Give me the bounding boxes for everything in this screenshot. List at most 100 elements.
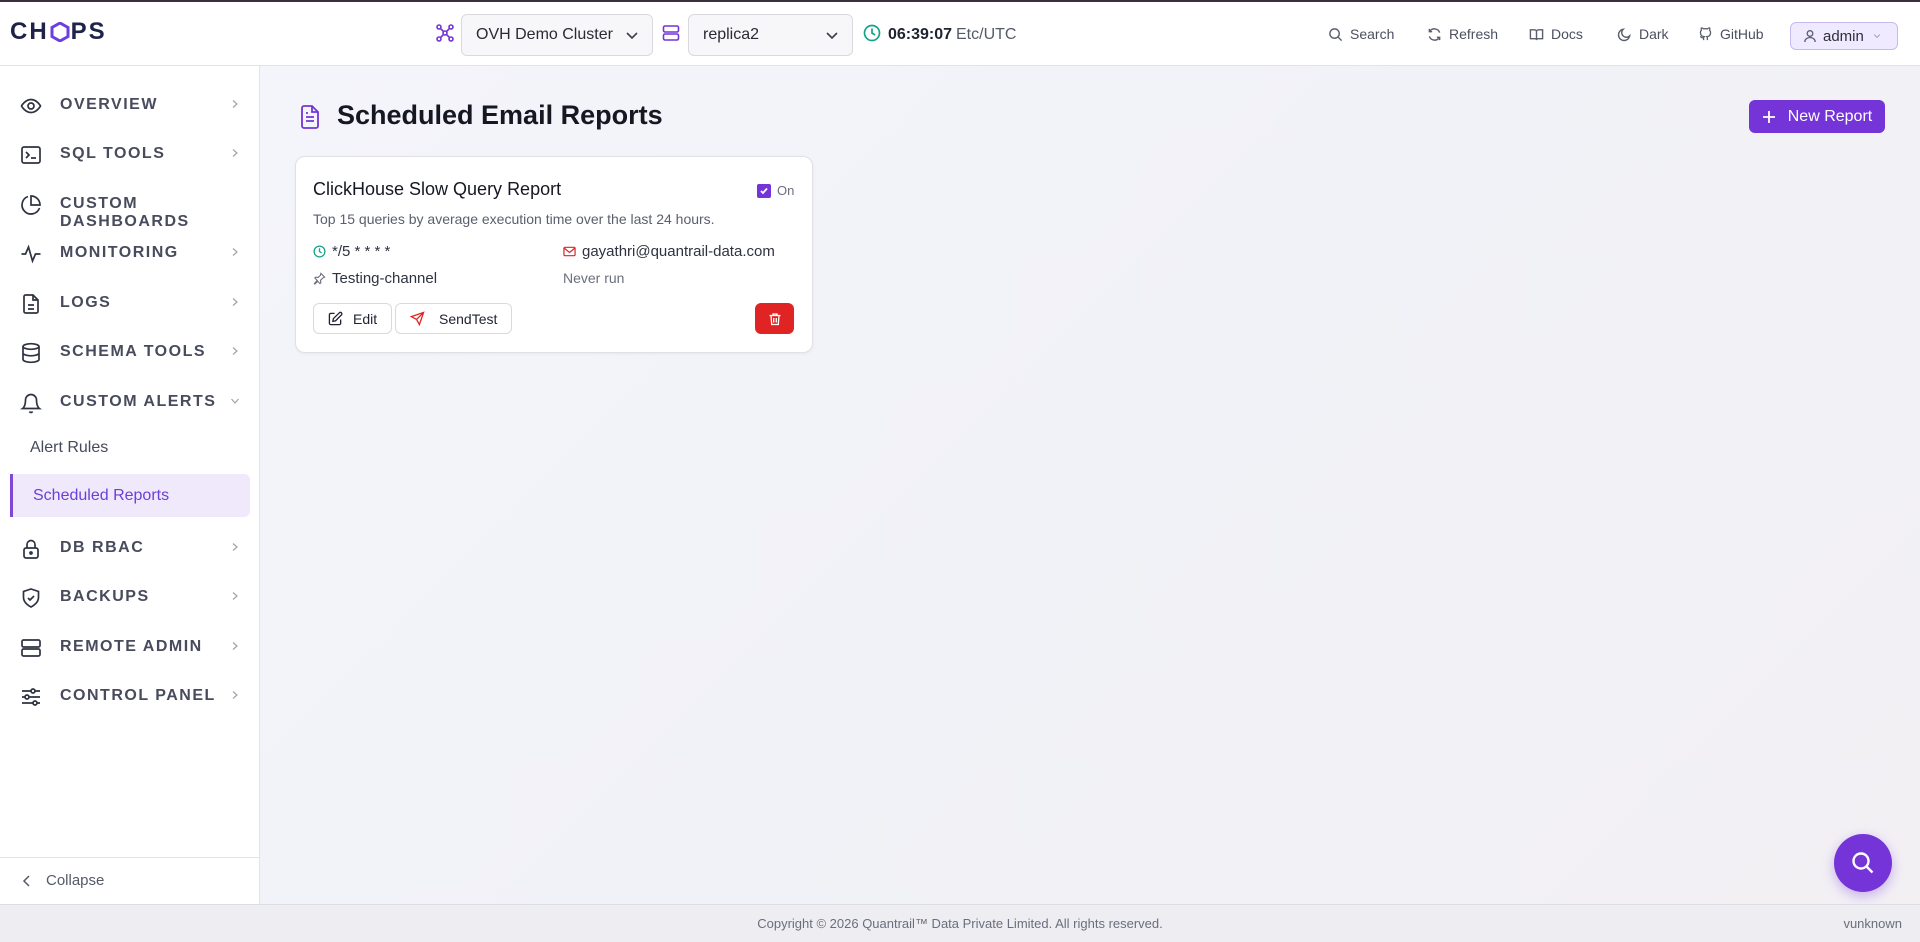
lock-icon — [20, 538, 42, 560]
sidebar-item-label: SCHEMA TOOLS — [60, 343, 207, 360]
dark-mode-toggle[interactable]: Dark — [1617, 26, 1669, 42]
new-report-button[interactable]: New Report — [1749, 100, 1885, 133]
sliders-icon — [20, 686, 42, 708]
github-icon — [1699, 26, 1712, 40]
report-last-run-value: Never run — [563, 270, 625, 286]
logo-text-prefix: CH — [10, 18, 49, 45]
edit-button-label: Edit — [353, 310, 378, 327]
collapse-label: Collapse — [46, 872, 105, 889]
sidebar-item-monitoring[interactable]: MONITORING — [0, 233, 260, 273]
sidebar-subitem-label: Alert Rules — [30, 438, 109, 456]
report-last-run: Never run — [563, 270, 624, 286]
mail-icon — [563, 246, 576, 257]
pin-icon — [313, 272, 326, 285]
report-channel: Testing-channel — [313, 270, 437, 287]
sidebar-item-label: LOGS — [60, 294, 112, 311]
sidebar-item-db-rbac[interactable]: DB RBAC — [0, 528, 260, 568]
server-icon — [662, 24, 680, 42]
clock-icon — [863, 24, 881, 42]
send-icon — [410, 311, 425, 326]
chevron-right-icon — [232, 642, 238, 650]
sidebar-item-label: REMOTE ADMIN — [60, 638, 203, 655]
docs-link[interactable]: Docs — [1529, 26, 1583, 42]
eye-icon — [20, 95, 42, 117]
clock-time: 06:39:07 — [888, 26, 953, 43]
sidebar-item-remote-admin[interactable]: REMOTE ADMIN — [0, 627, 260, 667]
sidebar-subitem-scheduled-reports[interactable]: Scheduled Reports — [10, 474, 250, 517]
sidebar-item-label: CONTROL PANEL — [60, 687, 216, 704]
top-bar: CH PS OVH Demo Cluster replica2 06:39:07 … — [0, 0, 1920, 66]
chevron-right-icon — [232, 543, 238, 551]
sidebar-item-backups[interactable]: BACKUPS — [0, 577, 260, 617]
sidebar-item-label: SQL TOOLS — [60, 145, 166, 162]
report-enabled-toggle[interactable]: On — [757, 183, 794, 198]
trash-icon — [769, 312, 780, 325]
sidebar-item-overview[interactable]: OVERVIEW — [0, 85, 260, 125]
terminal-icon — [20, 144, 42, 166]
sidebar-subitem-label: Scheduled Reports — [33, 486, 170, 504]
sidebar-item-logs[interactable]: LOGS — [0, 283, 260, 323]
report-description: Top 15 queries by average execution time… — [313, 211, 715, 227]
sidebar-item-label: CUSTOM ALERTS — [60, 393, 217, 410]
sidebar-item-custom-dashboards[interactable]: CUSTOM DASHBOARDS — [0, 184, 260, 230]
cluster-icon — [436, 24, 454, 42]
new-report-label: New Report — [1787, 107, 1873, 125]
collapse-button[interactable]: Collapse — [22, 872, 104, 889]
search-link-label: Search — [1350, 26, 1395, 42]
cluster-select-value: OVH Demo Cluster — [476, 26, 613, 43]
send-test-button[interactable]: SendTest — [395, 303, 513, 334]
replica-select-value: replica2 — [703, 26, 760, 43]
sidebar-item-control-panel[interactable]: CONTROL PANEL — [0, 676, 260, 716]
checkbox-checked-icon[interactable] — [757, 183, 771, 198]
activity-icon — [20, 243, 42, 265]
book-icon — [1529, 28, 1544, 40]
github-link[interactable]: GitHub — [1698, 26, 1764, 42]
user-icon — [1804, 30, 1816, 43]
footer-version: vunknown — [1843, 916, 1902, 931]
clock-icon — [313, 245, 326, 258]
sidebar-item-label: BACKUPS — [60, 588, 150, 605]
shield-icon — [20, 587, 42, 609]
edit-icon — [328, 311, 343, 326]
chevron-right-icon — [232, 248, 238, 256]
sidebar-item-custom-alerts[interactable]: CUSTOM ALERTS — [0, 382, 260, 422]
refresh-link[interactable]: Refresh — [1427, 26, 1498, 42]
user-name: admin — [1823, 27, 1864, 45]
footer: Copyright © 2026 Quantrail™ Data Private… — [0, 904, 1920, 942]
sidebar-item-label: MONITORING — [60, 244, 179, 261]
chops-logo[interactable]: CH PS — [10, 18, 107, 46]
plus-icon — [1762, 110, 1775, 123]
sidebar: OVERVIEW SQL TOOLS CUSTOM DASHBOARDS MON… — [0, 66, 260, 904]
document-icon — [298, 104, 322, 130]
search-icon — [1852, 852, 1874, 874]
sidebar-item-label: OVERVIEW — [60, 96, 158, 113]
delete-button[interactable] — [755, 303, 794, 334]
chevron-down-icon — [1873, 34, 1881, 39]
sidebar-item-label: CUSTOM DASHBOARDS — [60, 195, 190, 230]
report-schedule-value: */5 * * * * — [332, 243, 391, 260]
edit-button[interactable]: Edit — [313, 303, 393, 334]
replica-select[interactable]: replica2 — [688, 14, 853, 56]
database-icon — [20, 342, 42, 364]
cluster-select[interactable]: OVH Demo Cluster — [461, 14, 653, 56]
search-icon — [1329, 27, 1343, 41]
user-menu-button[interactable]: admin — [1790, 22, 1898, 50]
chevron-right-icon — [232, 691, 238, 699]
chevron-down-icon — [626, 32, 638, 40]
sidebar-item-schema-tools[interactable]: SCHEMA TOOLS — [0, 332, 260, 372]
search-fab-button[interactable] — [1834, 834, 1892, 892]
server-icon — [20, 637, 42, 659]
chevron-right-icon — [232, 100, 238, 108]
sidebar-item-sql-tools[interactable]: SQL TOOLS — [0, 134, 260, 174]
refresh-link-label: Refresh — [1449, 26, 1499, 42]
report-name: ClickHouse Slow Query Report — [313, 179, 562, 199]
search-link[interactable]: Search — [1328, 26, 1394, 42]
refresh-icon — [1428, 27, 1441, 41]
sidebar-subitem-alert-rules[interactable]: Alert Rules — [10, 426, 250, 469]
report-schedule: */5 * * * * — [313, 243, 390, 260]
footer-copyright: Copyright © 2026 Quantrail™ Data Private… — [757, 916, 1163, 931]
file-icon — [20, 293, 42, 315]
chevron-left-icon — [22, 874, 30, 887]
docs-link-label: Docs — [1551, 26, 1583, 42]
chevron-right-icon — [232, 298, 238, 306]
